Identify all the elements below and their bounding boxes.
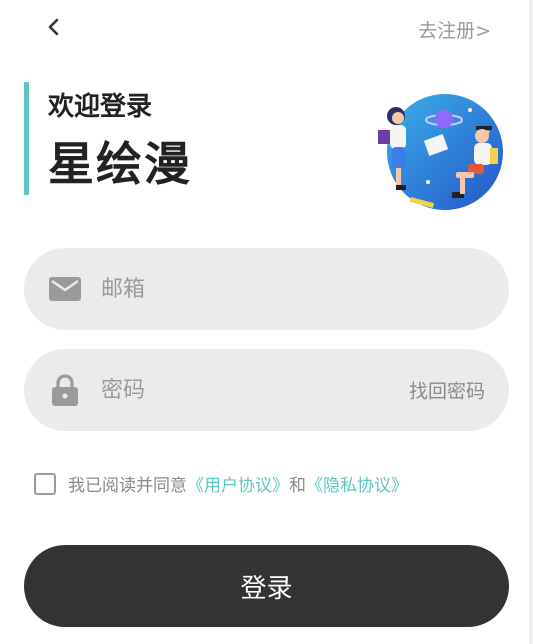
welcome-heading: 欢迎登录 [48, 92, 153, 122]
user-agreement-link[interactable]: 《用户协议》 [187, 476, 289, 496]
space-students-illustration [370, 92, 518, 222]
title-accent-bar [24, 82, 29, 195]
login-button[interactable]: 登录 [24, 545, 509, 627]
privacy-agreement-link[interactable]: 《隐私协议》 [306, 476, 408, 496]
register-link[interactable]: 去注册> [418, 16, 491, 43]
password-field[interactable]: 找回密码 [24, 349, 509, 431]
mail-icon [49, 273, 81, 305]
app-name: 星绘漫 [48, 137, 192, 191]
agreement-conjunction: 和 [289, 476, 306, 496]
back-button[interactable] [40, 14, 68, 44]
agreement-text: 我已阅读并同意《用户协议》和《隐私协议》 [68, 471, 408, 496]
scrollbar-edge [529, 0, 533, 644]
chevron-left-icon [47, 17, 61, 41]
email-input[interactable] [101, 248, 481, 330]
email-field[interactable] [24, 248, 509, 330]
agreement-checkbox[interactable] [34, 472, 56, 495]
agreement-row: 我已阅读并同意《用户协议》和《隐私协议》 [34, 471, 408, 496]
password-input[interactable] [101, 349, 391, 431]
forgot-password-link[interactable]: 找回密码 [409, 377, 485, 404]
agreement-prefix: 我已阅读并同意 [68, 476, 187, 496]
lock-icon [49, 374, 81, 406]
